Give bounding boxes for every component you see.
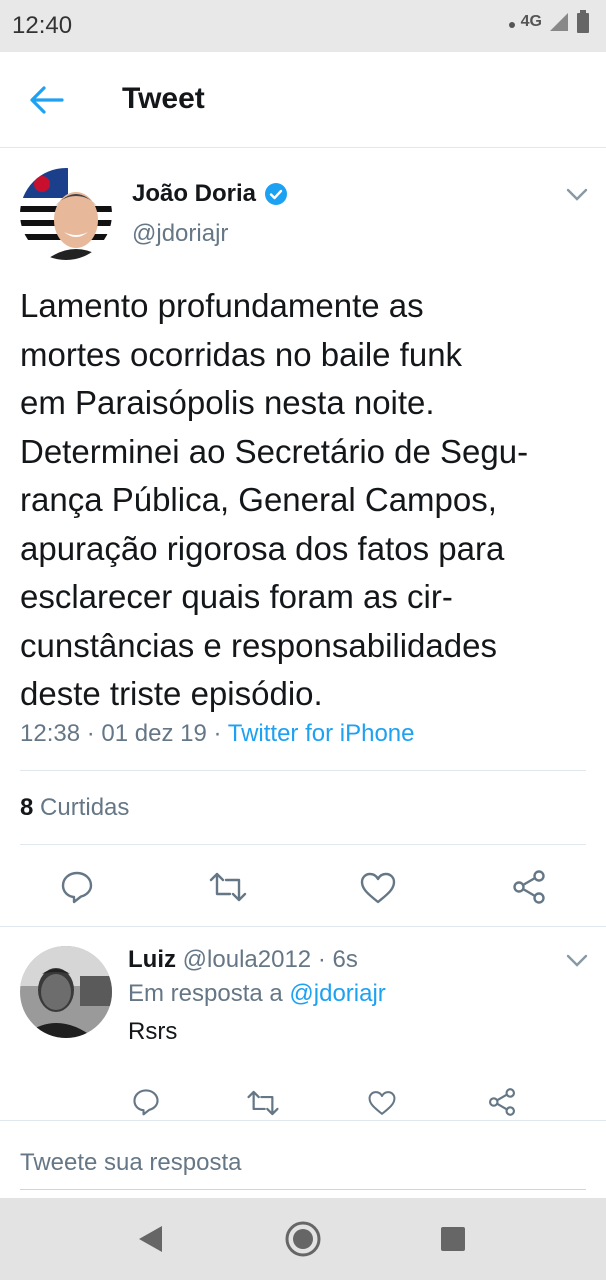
divider [20, 844, 586, 845]
reply-compose-bar[interactable]: Tweete sua resposta [0, 1120, 606, 1198]
share-icon[interactable] [512, 870, 546, 904]
tweet-text-line: cunstâncias e responsabilidades [20, 626, 497, 664]
tweet-time: 12:38 [20, 720, 81, 747]
in-reply-handle-link[interactable]: @jdoriajr [289, 980, 385, 1007]
tweet-text-line: em Paraisópolis nesta noite. [20, 384, 435, 421]
reply-header: Luiz @loula2012 · 6s [128, 946, 358, 973]
tweet-text-line: apuração rigorosa dos fatos para [20, 529, 505, 567]
like-heart-icon[interactable] [360, 872, 396, 904]
app-bar: Tweet [0, 52, 606, 148]
tweet-text-line: mortes ocorridas no baile funk [20, 335, 463, 373]
page-title: Tweet [122, 82, 205, 115]
tweet-meta: 12:38 · 01 dez 19 · Twitter for iPhone [20, 720, 415, 747]
status-icons: 4G [508, 10, 590, 34]
tweet-date: 01 dez 19 [101, 720, 207, 747]
author-handle[interactable]: @jdoriajr [132, 220, 228, 248]
nav-home-icon[interactable] [284, 1220, 322, 1258]
battery-icon [577, 10, 589, 33]
share-icon[interactable] [488, 1088, 516, 1116]
back-arrow-icon[interactable] [28, 84, 64, 116]
reply-author-handle[interactable]: @loula2012 [183, 946, 311, 973]
reply-input[interactable]: Tweete sua resposta [20, 1149, 241, 1177]
status-bar: 12:40 4G [0, 0, 606, 52]
signal-icon [550, 13, 568, 31]
network-type: 4G [520, 13, 542, 30]
reply-text: Rsrs [128, 1018, 178, 1045]
divider [0, 926, 606, 927]
tweet-text-line: Lamento profundamente as [20, 287, 424, 324]
author-name-text: João Doria [132, 180, 257, 207]
in-reply-to: Em resposta a @jdoriajr [128, 980, 386, 1008]
retweet-icon[interactable] [208, 872, 248, 902]
input-underline [20, 1189, 586, 1190]
likes-count[interactable]: 8 Curtidas [20, 794, 129, 822]
likes-label: Curtidas [40, 794, 130, 821]
likes-number: 8 [20, 794, 34, 821]
divider [20, 770, 586, 771]
notification-dot-icon [508, 22, 515, 28]
tweet-text-line: rança Pública, General Campos, [20, 481, 497, 518]
chevron-down-icon[interactable] [566, 954, 588, 968]
tweet-text-line: Determinei ao Secretário de Segu- [20, 432, 529, 470]
reply-icon[interactable] [60, 870, 94, 904]
tweet-text: Lamento profundamente as mortes ocorrida… [20, 282, 588, 719]
status-time: 12:40 [12, 12, 73, 39]
nav-recents-icon[interactable] [440, 1226, 466, 1252]
like-heart-icon[interactable] [368, 1090, 396, 1116]
reply-icon[interactable] [132, 1088, 160, 1116]
tweet-source-link[interactable]: Twitter for iPhone [228, 720, 415, 747]
reply-age: 6s [332, 946, 358, 973]
author-name[interactable]: João Doria [132, 180, 288, 208]
tweet-text-line: deste triste episódio. [20, 675, 323, 712]
reply-author-avatar[interactable] [20, 946, 112, 1038]
chevron-down-icon[interactable] [566, 188, 588, 202]
reply-author-name[interactable]: Luiz [128, 946, 176, 973]
tweet-text-line: esclarecer quais foram as cir- [20, 578, 453, 615]
author-avatar[interactable] [20, 168, 112, 260]
verified-badge-icon [265, 183, 288, 205]
system-nav-bar [0, 1198, 606, 1280]
in-reply-prefix: Em resposta a [128, 980, 283, 1007]
retweet-icon[interactable] [246, 1090, 280, 1116]
nav-back-icon[interactable] [136, 1224, 164, 1254]
